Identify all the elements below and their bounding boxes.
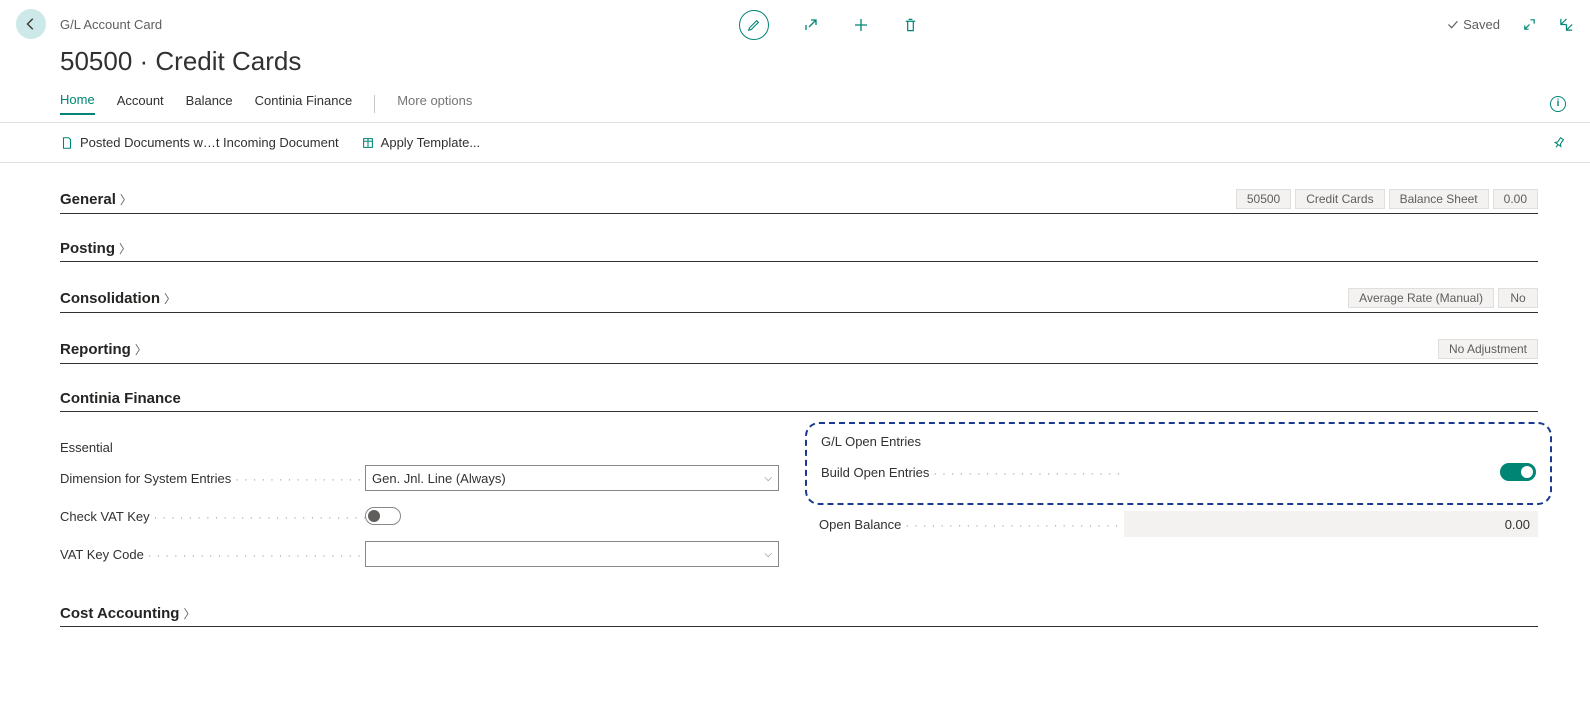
gl-open-entries-highlight: G/L Open Entries Build Open Entries (805, 422, 1552, 505)
share-button[interactable] (803, 17, 819, 33)
summary-name: Credit Cards (1295, 189, 1384, 209)
action-bar: Posted Documents w…t Incoming Document A… (0, 123, 1590, 163)
check-icon (1446, 18, 1459, 31)
dimension-value: Gen. Jnl. Line (Always) (372, 471, 506, 486)
vat-key-code-label: VAT Key Code (60, 547, 365, 562)
new-button[interactable] (853, 17, 869, 33)
fasttab-continia-title: Continia Finance (60, 390, 181, 407)
dimension-field: Dimension for System Entries Gen. Jnl. L… (60, 465, 779, 491)
info-icon[interactable]: i (1550, 96, 1566, 112)
fasttab-general-title: General (60, 191, 116, 208)
vat-key-code-field: VAT Key Code ⌵ (60, 541, 779, 567)
collapse-icon (1559, 17, 1574, 32)
share-icon (803, 17, 819, 33)
check-vat-toggle[interactable] (365, 507, 401, 525)
continia-left-col: Essential Dimension for System Entries G… (60, 426, 779, 579)
document-icon (60, 136, 74, 150)
chevron-down-icon: ⌵ (764, 549, 772, 560)
fasttab-posting-header[interactable]: Posting 〉 (60, 240, 1538, 262)
tab-continia[interactable]: Continia Finance (255, 93, 353, 114)
breadcrumb: G/L Account Card (60, 17, 162, 32)
fasttab-general-header[interactable]: General 〉 50500 Credit Cards Balance She… (60, 189, 1538, 214)
fasttab-consolidation: Consolidation 〉 Average Rate (Manual) No (60, 288, 1538, 313)
saved-label: Saved (1463, 17, 1500, 32)
build-open-entries-toggle[interactable] (1500, 463, 1536, 481)
arrow-left-icon (24, 17, 38, 31)
summary-flag: No (1498, 288, 1538, 308)
build-open-entries-label: Build Open Entries (821, 465, 1126, 480)
popout-icon (1522, 17, 1537, 32)
pin-icon (1552, 136, 1566, 150)
pencil-icon (747, 18, 761, 32)
template-icon (361, 136, 375, 150)
fasttab-general: General 〉 50500 Credit Cards Balance She… (60, 189, 1538, 214)
summary-adjustment: No Adjustment (1438, 339, 1538, 359)
top-center-actions (739, 10, 918, 40)
tab-more-options[interactable]: More options (397, 93, 472, 114)
reporting-summary: No Adjustment (1438, 339, 1538, 359)
open-balance-field: Open Balance 0.00 (819, 511, 1538, 537)
build-open-entries-field: Build Open Entries (821, 459, 1536, 485)
top-bar: G/L Account Card Saved (0, 0, 1590, 44)
posted-documents-action[interactable]: Posted Documents w…t Incoming Document (60, 135, 339, 150)
summary-balance: 0.00 (1493, 189, 1538, 209)
general-summary: 50500 Credit Cards Balance Sheet 0.00 (1236, 189, 1538, 209)
check-vat-field: Check VAT Key (60, 503, 779, 529)
tab-account[interactable]: Account (117, 93, 164, 114)
apply-template-action[interactable]: Apply Template... (361, 135, 480, 150)
collapse-button[interactable] (1559, 17, 1574, 32)
open-balance-label: Open Balance (819, 517, 1124, 532)
open-balance-value: 0.00 (1124, 511, 1538, 537)
dimension-label: Dimension for System Entries (60, 471, 365, 486)
content-area: General 〉 50500 Credit Cards Balance She… (0, 189, 1590, 657)
fasttab-reporting: Reporting 〉 No Adjustment (60, 339, 1538, 364)
consolidation-summary: Average Rate (Manual) No (1348, 288, 1538, 308)
fasttab-continia-finance: Continia Finance Essential Dimension for… (60, 390, 1538, 579)
fasttab-cost-accounting-header[interactable]: Cost Accounting 〉 (60, 605, 1538, 627)
trash-icon (903, 17, 918, 33)
page-title: 50500 · Credit Cards (0, 44, 1590, 85)
apply-template-label: Apply Template... (381, 135, 480, 150)
chevron-right-icon: 〉 (120, 191, 132, 208)
tab-balance[interactable]: Balance (186, 93, 233, 114)
summary-no: 50500 (1236, 189, 1291, 209)
essential-group-label: Essential (60, 440, 779, 455)
fasttab-consolidation-title: Consolidation (60, 290, 160, 307)
fasttab-reporting-title: Reporting (60, 341, 131, 358)
fasttab-continia-header[interactable]: Continia Finance (60, 390, 1538, 412)
back-button[interactable] (16, 9, 46, 39)
top-right-actions: Saved (1446, 17, 1574, 32)
chevron-right-icon: 〉 (164, 290, 176, 307)
summary-category: Balance Sheet (1389, 189, 1489, 209)
fasttab-reporting-header[interactable]: Reporting 〉 No Adjustment (60, 339, 1538, 364)
posted-documents-label: Posted Documents w…t Incoming Document (80, 135, 339, 150)
summary-method: Average Rate (Manual) (1348, 288, 1494, 308)
chevron-right-icon: 〉 (135, 341, 147, 358)
chevron-down-icon: ⌵ (764, 473, 772, 484)
tab-bar: Home Account Balance Continia Finance Mo… (0, 85, 1590, 123)
popout-button[interactable] (1522, 17, 1537, 32)
dimension-select[interactable]: Gen. Jnl. Line (Always) ⌵ (365, 465, 779, 491)
saved-indicator: Saved (1446, 17, 1500, 32)
check-vat-label: Check VAT Key (60, 509, 365, 524)
delete-button[interactable] (903, 17, 918, 33)
fasttab-cost-accounting-title: Cost Accounting (60, 605, 179, 622)
fasttab-consolidation-header[interactable]: Consolidation 〉 Average Rate (Manual) No (60, 288, 1538, 313)
plus-icon (853, 17, 869, 33)
tab-home[interactable]: Home (60, 92, 95, 115)
chevron-right-icon: 〉 (183, 605, 195, 622)
edit-button[interactable] (739, 10, 769, 40)
fasttab-posting: Posting 〉 (60, 240, 1538, 262)
continia-right-col: G/L Open Entries Build Open Entries Open… (819, 426, 1538, 579)
tab-separator (374, 95, 375, 113)
gl-open-entries-label: G/L Open Entries (821, 434, 1536, 449)
chevron-right-icon: 〉 (119, 240, 131, 257)
fasttab-posting-title: Posting (60, 240, 115, 257)
vat-key-code-select[interactable]: ⌵ (365, 541, 779, 567)
pin-button[interactable] (1552, 136, 1566, 150)
fasttab-cost-accounting: Cost Accounting 〉 (60, 605, 1538, 627)
